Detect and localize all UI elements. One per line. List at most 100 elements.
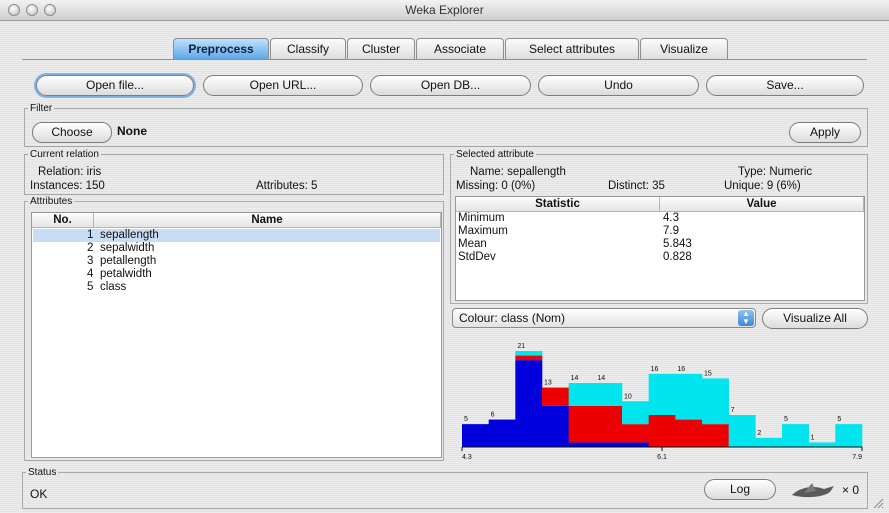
histogram-bar-segment xyxy=(542,405,569,447)
status-legend: Status xyxy=(28,467,57,478)
histogram-bar-segment xyxy=(702,378,729,425)
histogram-count-label: 10 xyxy=(624,393,632,400)
attributes-legend: Attributes xyxy=(30,196,73,207)
statistic-value: 0.828 xyxy=(663,251,692,263)
save-button[interactable]: Save... xyxy=(706,75,864,96)
tab-visualize[interactable]: Visualize xyxy=(640,38,728,59)
updown-arrows-icon: ▲ ▼ xyxy=(738,310,754,326)
attribute-row[interactable]: 3 petallength xyxy=(33,255,440,268)
selected-attribute-unique: Unique: 9 (6%) xyxy=(724,180,801,192)
status-text: OK xyxy=(30,487,48,501)
colour-class-value: Colour: class (Nom) xyxy=(459,311,566,325)
histogram-count-label: 5 xyxy=(784,416,788,423)
histogram-count-label: 16 xyxy=(651,366,659,373)
tab-preprocess[interactable]: Preprocess xyxy=(173,38,269,59)
histogram-count-label: 6 xyxy=(491,412,495,419)
tab-cluster[interactable]: Cluster xyxy=(347,38,415,59)
statistic-value: 7.9 xyxy=(663,225,679,237)
attribute-no: 2 xyxy=(87,242,94,254)
histogram-bar-segment xyxy=(648,373,676,415)
tab-associate[interactable]: Associate xyxy=(416,38,504,59)
attribute-name: petalwidth xyxy=(100,268,152,280)
colour-class-select[interactable]: Colour: class (Nom) ▲ ▼ xyxy=(452,308,756,328)
statistic-value: 4.3 xyxy=(663,212,679,224)
histogram-bar-segment xyxy=(595,405,623,443)
statistic-name: Minimum xyxy=(458,212,505,224)
attribute-row[interactable]: 2 sepalwidth xyxy=(33,242,440,255)
relation-name: Relation: iris xyxy=(38,166,102,178)
statistics-table[interactable]: Statistic Value Minimum 4.3 Maximum 7.9 … xyxy=(455,196,865,301)
open-db-button[interactable]: Open DB... xyxy=(370,75,531,96)
close-window-icon[interactable] xyxy=(8,4,20,16)
undo-button[interactable]: Undo xyxy=(538,75,699,96)
instances-count: Instances: 150 xyxy=(30,180,105,192)
attribute-name: sepalwidth xyxy=(100,242,155,254)
class-histogram: 56211314 141016 1615725154.3 6.1 7.9 xyxy=(461,343,863,461)
log-button[interactable]: Log xyxy=(704,479,776,500)
histogram-bar-segment xyxy=(542,387,569,406)
histogram-bar-segment xyxy=(835,424,863,447)
attribute-no: 1 xyxy=(87,229,94,241)
histogram-bar-segment xyxy=(648,415,676,447)
resize-grip-icon[interactable] xyxy=(872,497,884,509)
attributes-table[interactable]: No. Name 1 sepallength 2 sepalwidth 3 pe… xyxy=(31,212,442,458)
tab-divider xyxy=(22,59,867,60)
histogram-bar-segment xyxy=(568,442,596,447)
histogram-count-label: 14 xyxy=(571,375,579,382)
column-header-statistic[interactable]: Statistic xyxy=(456,197,660,212)
open-url-button[interactable]: Open URL... xyxy=(203,75,363,96)
attribute-no: 5 xyxy=(87,281,94,293)
window-title: Weka Explorer xyxy=(405,3,484,17)
histogram-count-label: 13 xyxy=(544,380,552,387)
visualize-all-button[interactable]: Visualize All xyxy=(762,308,868,329)
histogram-count-label: 15 xyxy=(704,370,712,377)
histogram-count-label: 5 xyxy=(837,416,841,423)
weka-bird-icon[interactable] xyxy=(790,481,838,501)
column-header-name[interactable]: Name xyxy=(94,213,441,228)
histogram-bar-segment xyxy=(568,405,596,443)
histogram-bar-segment xyxy=(808,442,836,447)
weka-explorer-window: Weka Explorer Preprocess Classify Cluste… xyxy=(0,0,889,513)
attribute-no: 4 xyxy=(87,268,94,280)
histogram-bar-segment xyxy=(462,424,489,447)
current-relation-legend: Current relation xyxy=(30,149,99,160)
column-header-no[interactable]: No. xyxy=(32,213,94,228)
histogram-bar-segment xyxy=(675,373,703,420)
attribute-row[interactable]: 5 class xyxy=(33,281,440,294)
statistic-name: StdDev xyxy=(458,251,496,263)
histogram-count-label: 5 xyxy=(464,416,468,423)
histogram-bar-segment xyxy=(702,424,729,447)
histogram-tick-label: 7.9 xyxy=(852,454,862,461)
histogram-count-label: 14 xyxy=(597,375,605,382)
minimize-window-icon[interactable] xyxy=(26,4,38,16)
open-file-button[interactable]: Open file... xyxy=(36,75,194,96)
filter-display[interactable]: None xyxy=(113,122,783,142)
selected-attribute-name: Name: sepallength xyxy=(470,166,566,178)
attribute-row[interactable]: 4 petalwidth xyxy=(33,268,440,281)
histogram-bar-segment xyxy=(675,419,703,447)
histogram-count-label: 2 xyxy=(757,430,761,437)
filter-value: None xyxy=(117,124,147,138)
tab-classify[interactable]: Classify xyxy=(270,38,346,59)
selected-attribute-missing: Missing: 0 (0%) xyxy=(456,180,536,192)
histogram-count-label: 21 xyxy=(517,343,525,350)
histogram-count-label: 1 xyxy=(811,434,815,441)
attribute-name: sepallength xyxy=(100,229,159,241)
histogram-bar-segment xyxy=(595,383,623,406)
histogram-bar-segment xyxy=(622,442,649,447)
zoom-window-icon[interactable] xyxy=(44,4,56,16)
choose-filter-button[interactable]: Choose xyxy=(32,122,112,143)
attribute-name: petallength xyxy=(100,255,157,267)
selected-attribute-legend: Selected attribute xyxy=(456,149,534,160)
histogram-bar-segment xyxy=(782,424,809,447)
histogram-bar-segment xyxy=(755,437,783,447)
attribute-row[interactable]: 1 sepallength xyxy=(33,229,440,242)
column-header-value[interactable]: Value xyxy=(660,197,864,212)
histogram-tick-label: 4.3 xyxy=(462,454,472,461)
apply-filter-button[interactable]: Apply xyxy=(789,122,861,143)
attribute-name: class xyxy=(100,281,127,293)
histogram-count-label: 7 xyxy=(731,407,735,414)
task-count: × 0 xyxy=(842,483,860,497)
attributes-count: Attributes: 5 xyxy=(256,180,318,192)
tab-select-attributes[interactable]: Select attributes xyxy=(505,38,639,59)
